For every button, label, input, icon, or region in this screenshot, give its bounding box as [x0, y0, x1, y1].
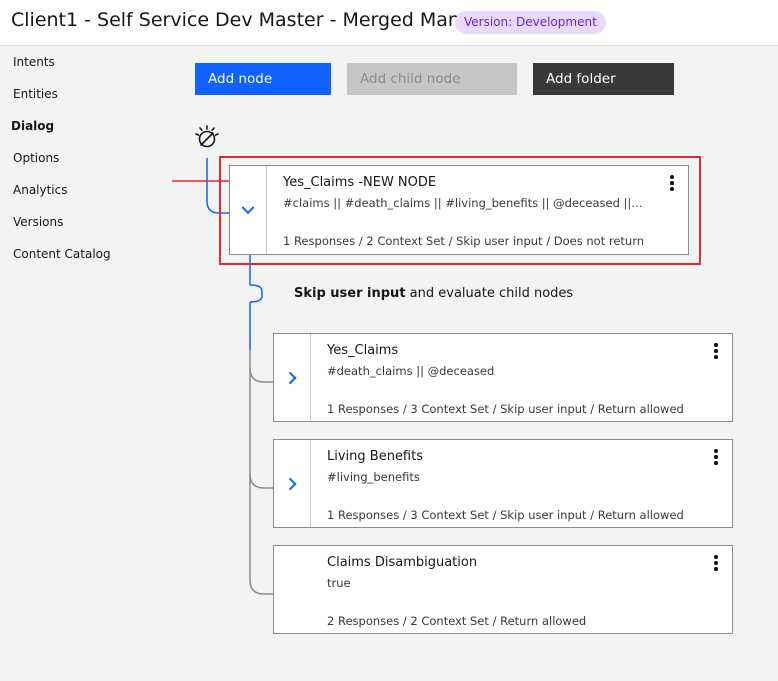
skip-bold-text: Skip user input: [294, 286, 406, 301]
node-condition: true: [327, 576, 351, 590]
annotation-highlight-box: [219, 156, 701, 265]
dialog-node-child[interactable]: Living Benefits #living_benefits 1 Respo…: [273, 439, 733, 528]
node-summary: 2 Responses / 2 Context Set / Return all…: [327, 614, 587, 628]
chevron-right-icon: [283, 371, 297, 384]
node-condition: #living_benefits: [327, 470, 420, 484]
dialog-node-child[interactable]: Yes_Claims #death_claims || @deceased 1 …: [273, 333, 733, 422]
skip-rest-text: and evaluate child nodes: [405, 286, 574, 301]
overflow-menu-icon[interactable]: [710, 449, 722, 465]
skip-user-input-message: Skip user input and evaluate child nodes: [294, 286, 573, 301]
node-condition: #death_claims || @deceased: [327, 364, 495, 378]
node-summary: 1 Responses / 3 Context Set / Skip user …: [327, 402, 684, 416]
node-title: Yes_Claims: [327, 343, 399, 358]
node-summary: 1 Responses / 3 Context Set / Skip user …: [327, 508, 684, 522]
node-title: Claims Disambiguation: [327, 555, 478, 570]
expand-toggle[interactable]: [274, 334, 311, 421]
overflow-menu-icon[interactable]: [710, 343, 722, 359]
chevron-right-icon: [283, 477, 297, 490]
watson-icon: [195, 125, 219, 148]
dialog-node-child[interactable]: Claims Disambiguation true 2 Responses /…: [273, 545, 733, 634]
node-title: Living Benefits: [327, 449, 423, 464]
expand-toggle[interactable]: [274, 440, 311, 527]
overflow-menu-icon[interactable]: [710, 555, 722, 571]
